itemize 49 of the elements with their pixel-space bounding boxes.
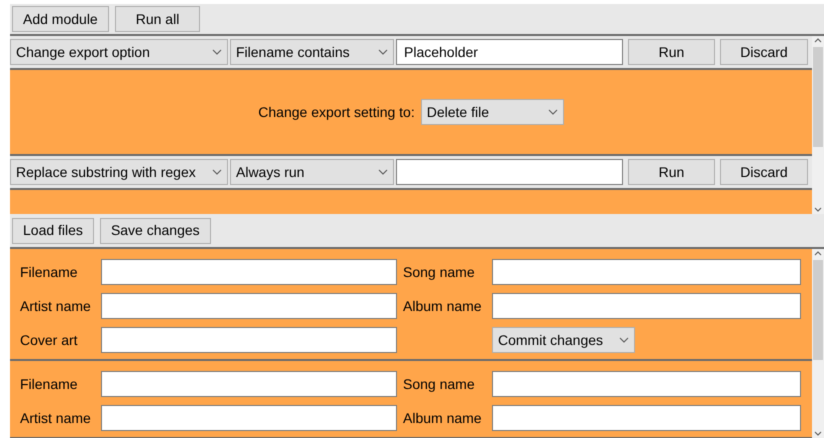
text-field[interactable]: [101, 371, 397, 397]
text-field[interactable]: [492, 259, 801, 285]
text-field[interactable]: [492, 405, 801, 431]
action-dropdown[interactable]: Change export option: [10, 39, 228, 65]
field-label: Artist name: [20, 296, 92, 316]
chevron-down-icon: [212, 49, 222, 55]
scroll-thumb[interactable]: [813, 47, 823, 147]
text-field[interactable]: [101, 405, 397, 431]
text-field[interactable]: [101, 259, 397, 285]
chevron-down-icon: [378, 49, 388, 55]
text-field[interactable]: [492, 293, 801, 319]
action-dropdown[interactable]: Replace substring with regex: [10, 159, 228, 185]
scroll-down-icon[interactable]: [814, 207, 822, 212]
scroll-up-icon[interactable]: [814, 251, 822, 256]
toolbar-button[interactable]: Save changes: [100, 218, 211, 244]
value-field[interactable]: [396, 159, 623, 185]
scroll-down-icon[interactable]: [814, 431, 822, 436]
scrollbar[interactable]: [812, 36, 824, 214]
text-field[interactable]: [101, 327, 397, 353]
field-label: Filename: [20, 262, 79, 282]
field-label: Album name: [403, 296, 483, 316]
field-label: Song name: [403, 262, 476, 282]
field-label: Artist name: [20, 408, 92, 428]
field-label: Cover art: [20, 330, 79, 350]
discard-button[interactable]: Discard: [720, 39, 808, 65]
text-field[interactable]: [101, 293, 397, 319]
setting-dropdown[interactable]: Delete file: [420, 99, 564, 125]
toolbar-button[interactable]: Run all: [114, 6, 200, 32]
scroll-thumb[interactable]: [813, 260, 823, 360]
condition-dropdown[interactable]: Filename contains: [230, 39, 394, 65]
field-label: Filename: [20, 374, 79, 394]
scrollbar[interactable]: [812, 249, 824, 438]
chevron-down-icon: [378, 169, 388, 175]
run-button[interactable]: Run: [628, 39, 715, 65]
discard-button[interactable]: Discard: [720, 159, 808, 185]
condition-dropdown[interactable]: Always run: [230, 159, 394, 185]
value-field[interactable]: Placeholder: [396, 39, 623, 65]
scroll-up-icon[interactable]: [814, 38, 822, 43]
chevron-down-icon: [619, 337, 629, 343]
text-field[interactable]: [492, 371, 801, 397]
chevron-down-icon: [212, 169, 222, 175]
setting-label: Change export setting to:: [258, 102, 415, 122]
toolbar-button[interactable]: Load files: [12, 218, 94, 244]
toolbar-button[interactable]: Add module: [12, 6, 109, 32]
commit-dropdown[interactable]: Commit changes: [492, 327, 635, 353]
run-button[interactable]: Run: [628, 159, 715, 185]
field-label: Album name: [403, 408, 483, 428]
chevron-down-icon: [548, 109, 558, 115]
field-label: Song name: [403, 374, 476, 394]
